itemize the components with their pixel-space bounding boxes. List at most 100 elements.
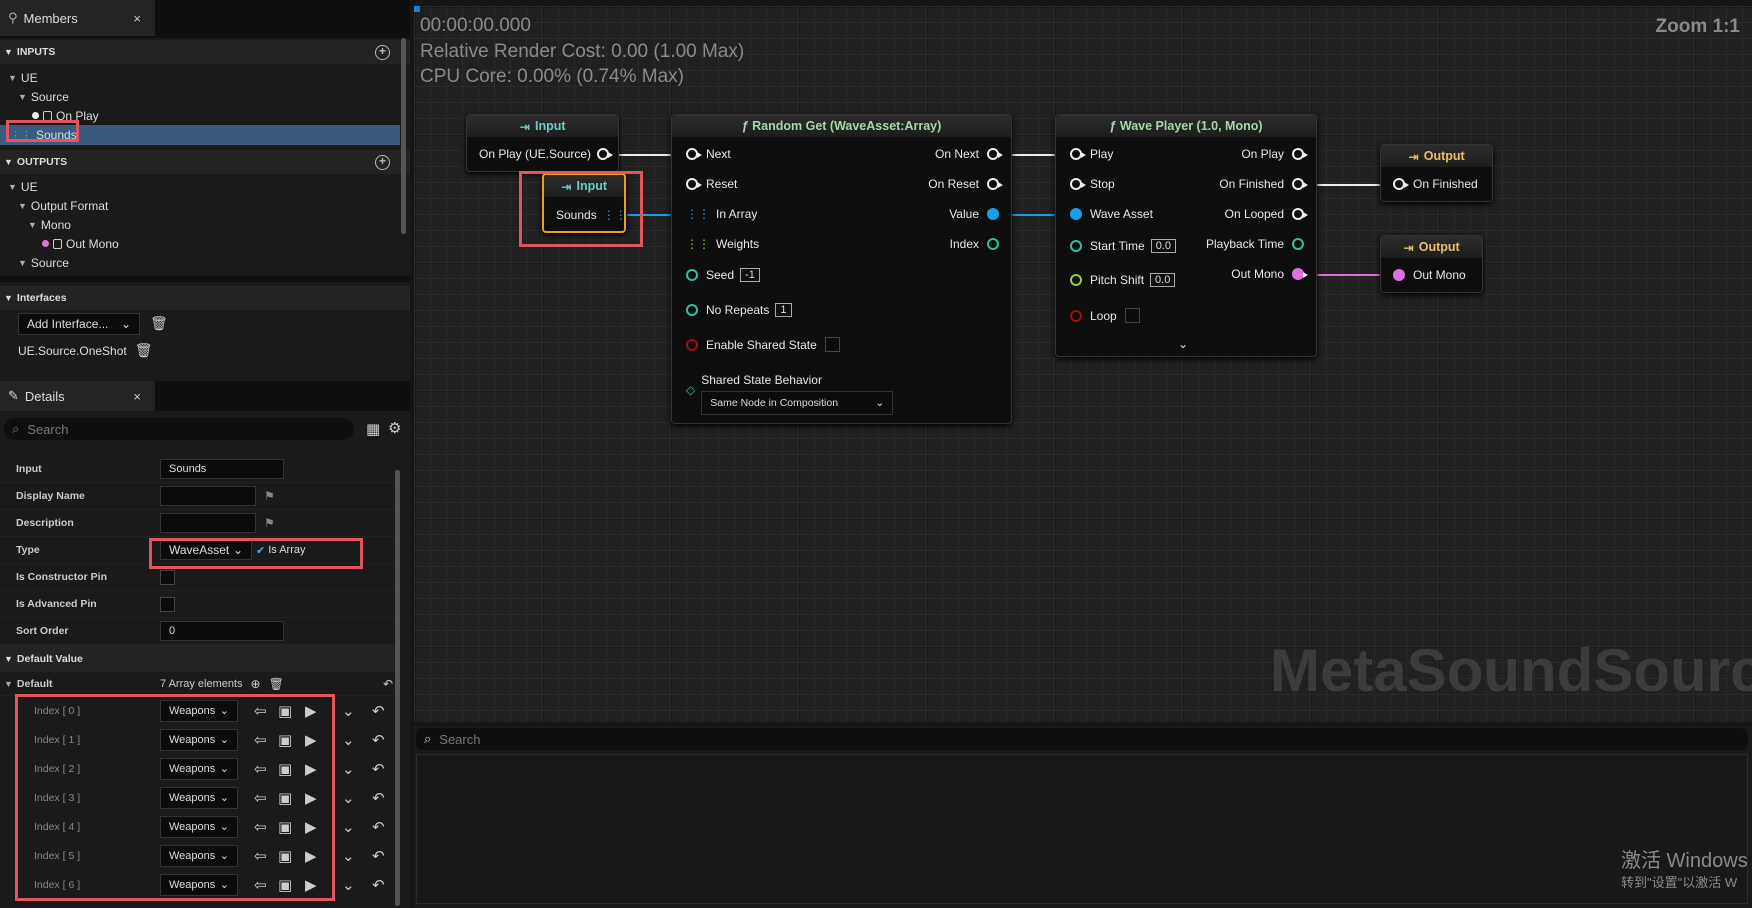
trash-icon[interactable]: 🗑 <box>135 342 153 359</box>
tree-item-on-play[interactable]: On Play <box>0 106 410 125</box>
browse-folder-icon[interactable]: ▣ <box>278 702 292 720</box>
is-array-checkbox[interactable]: ✔ Is Array <box>256 544 306 557</box>
interface-item[interactable]: UE.Source.OneShot 🗑 <box>0 337 410 364</box>
browse-folder-icon[interactable]: ▣ <box>278 876 292 894</box>
array-pin-icon[interactable]: ⋮⋮ <box>686 207 710 221</box>
play-icon[interactable]: ▶ <box>305 847 317 865</box>
interfaces-section-header[interactable]: ▼ Interfaces <box>0 286 410 310</box>
reset-icon[interactable]: ↶ <box>372 731 385 749</box>
reset-icon[interactable]: ↶ <box>372 847 385 865</box>
float-pin-icon[interactable] <box>1070 274 1082 286</box>
bottom-search-box[interactable]: ⌕ Search <box>416 728 1748 750</box>
chevron-down-icon[interactable]: ⌄ <box>342 731 355 749</box>
loop-checkbox[interactable] <box>1124 308 1140 323</box>
trash-icon[interactable]: 🗑 <box>150 315 168 332</box>
gear-icon[interactable]: ⚙ <box>388 419 401 437</box>
input-name-field[interactable]: Sounds <box>160 459 284 479</box>
bool-pin-icon[interactable] <box>1070 309 1082 322</box>
asset-dropdown[interactable]: Weapons ⌄ <box>160 873 238 896</box>
exec-pin-icon[interactable] <box>987 148 1003 160</box>
start-time-value[interactable]: 0.0 <box>1150 239 1176 253</box>
table-icon[interactable]: ▦ <box>366 420 380 438</box>
input-node-sounds[interactable]: ⇥ Input Sounds ⋮⋮ <box>542 173 627 233</box>
output-node-out-mono[interactable]: ⇥ Output Out Mono <box>1380 235 1483 293</box>
details-search[interactable]: ⌕ Search <box>4 418 354 440</box>
reset-icon[interactable]: ↶ <box>372 789 385 807</box>
browse-folder-icon[interactable]: ▣ <box>278 847 292 865</box>
chevron-down-icon[interactable]: ⌄ <box>342 876 355 894</box>
details-scrollbar[interactable] <box>395 470 400 906</box>
array-pin-icon[interactable]: ⋮⋮ <box>686 237 710 251</box>
int-pin-icon[interactable] <box>686 304 698 316</box>
asset-dropdown[interactable]: Weapons ⌄ <box>160 728 238 751</box>
outputs-section-header[interactable]: ▼ OUTPUTS + <box>0 150 410 174</box>
browse-folder-icon[interactable]: ▣ <box>278 818 292 836</box>
inputs-section-header[interactable]: ▼ INPUTS + <box>0 40 410 64</box>
splitter[interactable] <box>0 276 410 282</box>
exec-pin-icon[interactable] <box>1393 178 1409 190</box>
use-selected-icon[interactable]: ⇦ <box>254 702 267 720</box>
tree-item-source-outputs[interactable]: ▼ Source <box>0 253 410 272</box>
exec-pin-icon[interactable] <box>1292 208 1308 220</box>
pitch-shift-value[interactable]: 0.0 <box>1150 273 1176 287</box>
play-icon[interactable]: ▶ <box>305 818 317 836</box>
int-pin-icon[interactable] <box>987 238 999 250</box>
reset-icon[interactable]: ↶ <box>372 702 385 720</box>
tree-item-sounds[interactable]: ⋮⋮ Sounds <box>0 125 400 145</box>
tree-item-ue-outputs[interactable]: ▼ UE <box>0 177 410 196</box>
tree-item-output-format[interactable]: ▼ Output Format <box>0 196 410 215</box>
exec-pin-icon[interactable] <box>686 178 702 190</box>
tab-details[interactable]: ✎ Details × <box>0 381 155 411</box>
input-node-on-play[interactable]: ⇥ Input On Play (UE.Source) <box>466 114 619 172</box>
add-interface-dropdown[interactable]: Add Interface... ⌄ <box>18 312 140 335</box>
flag-icon[interactable]: ⚑ <box>264 516 275 530</box>
play-icon[interactable]: ▶ <box>305 876 317 894</box>
display-name-field[interactable] <box>160 486 256 506</box>
default-value-header[interactable]: ▼ Default Value <box>0 645 395 672</box>
time-pin-icon[interactable] <box>1292 238 1304 250</box>
play-icon[interactable]: ▶ <box>305 760 317 778</box>
use-selected-icon[interactable]: ⇦ <box>254 789 267 807</box>
random-get-node[interactable]: ƒ Random Get (WaveAsset:Array) Next Rese… <box>671 114 1012 424</box>
browse-folder-icon[interactable]: ▣ <box>278 731 292 749</box>
exec-pin-icon[interactable] <box>987 178 1003 190</box>
add-output-icon[interactable]: + <box>375 154 390 170</box>
use-selected-icon[interactable]: ⇦ <box>254 731 267 749</box>
chevron-down-icon[interactable]: ⌄ <box>342 702 355 720</box>
trash-icon[interactable]: 🗑 <box>269 677 284 691</box>
array-pin-icon[interactable]: ⋮⋮ <box>603 208 627 222</box>
asset-dropdown[interactable]: Weapons ⌄ <box>160 757 238 780</box>
wave-pin-icon[interactable] <box>987 208 999 220</box>
exec-pin-icon[interactable] <box>1070 148 1086 160</box>
bool-pin-icon[interactable] <box>686 338 698 351</box>
use-selected-icon[interactable]: ⇦ <box>254 760 267 778</box>
use-selected-icon[interactable]: ⇦ <box>254 847 267 865</box>
shared-state-dropdown[interactable]: Same Node in Composition ⌄ <box>701 391 894 415</box>
tree-item-out-mono[interactable]: Out Mono <box>0 234 410 253</box>
asset-dropdown[interactable]: Weapons ⌄ <box>160 844 238 867</box>
seed-value[interactable]: -1 <box>740 268 760 282</box>
chevron-down-icon[interactable]: ⌄ <box>342 760 355 778</box>
exec-pin-icon[interactable] <box>1292 178 1308 190</box>
exec-pin-icon[interactable] <box>597 148 614 160</box>
advanced-checkbox[interactable] <box>160 596 175 612</box>
tree-item-ue-inputs[interactable]: ▼ UE <box>0 68 410 87</box>
time-pin-icon[interactable] <box>1070 240 1082 252</box>
expand-chevron-icon[interactable]: ⌄ <box>1178 337 1188 351</box>
exec-pin-icon[interactable] <box>1292 148 1308 160</box>
asset-dropdown[interactable]: Weapons ⌄ <box>160 786 238 809</box>
close-icon[interactable]: × <box>133 11 141 26</box>
type-dropdown[interactable]: WaveAsset ⌄ <box>160 540 252 560</box>
constructor-checkbox[interactable] <box>160 569 175 585</box>
exec-pin-icon[interactable] <box>686 148 702 160</box>
add-input-icon[interactable]: + <box>375 44 390 60</box>
tree-item-mono[interactable]: ▼ Mono <box>0 215 410 234</box>
flag-icon[interactable]: ⚑ <box>264 489 275 503</box>
description-field[interactable] <box>160 513 256 533</box>
chevron-down-icon[interactable]: ⌄ <box>342 847 355 865</box>
tab-members[interactable]: ⚲ Members × <box>0 0 155 36</box>
audio-pin-icon[interactable] <box>1393 269 1405 281</box>
exec-pin-icon[interactable] <box>1070 178 1086 190</box>
no-repeats-value[interactable]: 1 <box>775 303 792 317</box>
sort-order-field[interactable]: 0 <box>160 621 284 641</box>
